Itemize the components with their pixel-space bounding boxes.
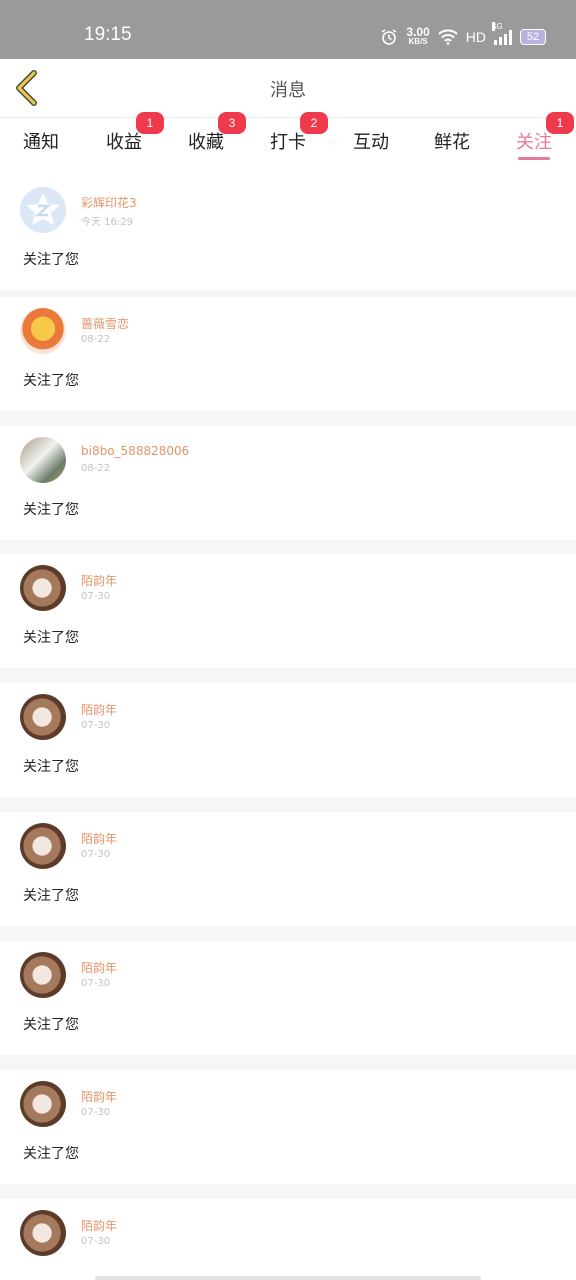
alarm-icon: [381, 29, 397, 45]
message-date: 07-30: [81, 1236, 111, 1247]
tab-badge: 2: [300, 112, 328, 134]
username[interactable]: 蔷薇雪恋: [81, 315, 129, 332]
tab-earnings[interactable]: 收益 1: [89, 112, 164, 168]
message-date: 07-30: [81, 720, 111, 731]
page-title: 消息: [270, 80, 306, 101]
tab-flowers[interactable]: 鲜花: [417, 126, 487, 168]
avatar[interactable]: [20, 1210, 66, 1256]
username[interactable]: 陌韵年: [81, 959, 117, 976]
message-date: 07-30: [81, 849, 111, 860]
avatar[interactable]: [20, 1081, 66, 1127]
message-text: 关注了您: [23, 502, 79, 518]
tab-notifications[interactable]: 通知: [6, 126, 76, 168]
status-bar: 19:15 3.00 KB/S HD 4G 52: [0, 0, 576, 59]
message-date: 07-30: [81, 1107, 111, 1118]
network-speed: 3.00 KB/S: [406, 25, 430, 46]
active-tab-indicator: [518, 157, 550, 160]
message-card[interactable]: 陌韵年 07-30 关注了您: [0, 941, 576, 1055]
tab-badge: 3: [218, 112, 246, 134]
message-date: 07-30: [81, 978, 111, 989]
username[interactable]: 陌韵年: [81, 572, 117, 589]
message-card[interactable]: 蔷薇雪恋 08-22 关注了您: [0, 297, 576, 411]
status-time: 19:15: [84, 24, 132, 45]
avatar[interactable]: [20, 187, 66, 233]
username[interactable]: bi8bo_588828006: [81, 444, 189, 458]
message-card[interactable]: 陌韵年 07-30 关注了您: [0, 554, 576, 668]
message-card[interactable]: 彩辉印花3 今天 16:29 关注了您: [0, 176, 576, 290]
avatar[interactable]: [20, 952, 66, 998]
tab-badge: 1: [546, 112, 574, 134]
tab-badge: 1: [136, 112, 164, 134]
message-text: 关注了您: [23, 630, 79, 646]
message-card[interactable]: 陌韵年 07-30 关注了您: [0, 683, 576, 797]
username[interactable]: 陌韵年: [81, 1088, 117, 1105]
message-text: 关注了您: [23, 252, 79, 268]
message-date: 今天 16:29: [81, 217, 133, 228]
avatar[interactable]: [20, 565, 66, 611]
message-date: 08-22: [81, 334, 111, 345]
avatar[interactable]: [20, 823, 66, 869]
message-date: 07-30: [81, 591, 111, 602]
status-icons: 3.00 KB/S HD 4G 52: [380, 22, 546, 50]
message-text: 关注了您: [23, 1146, 79, 1162]
signal-icon: 4G: [492, 22, 512, 45]
message-text: 关注了您: [23, 373, 79, 389]
message-text: 关注了您: [23, 1017, 79, 1033]
username[interactable]: 陌韵年: [81, 1217, 117, 1234]
tab-following[interactable]: 关注 1: [499, 112, 574, 168]
username[interactable]: 陌韵年: [81, 701, 117, 718]
tab-checkin[interactable]: 打卡 2: [253, 112, 328, 168]
avatar[interactable]: [20, 308, 66, 354]
message-text: 关注了您: [23, 759, 79, 775]
username[interactable]: 陌韵年: [81, 830, 117, 847]
tab-favorites[interactable]: 收藏 3: [171, 112, 246, 168]
default-avatar-icon: [26, 193, 60, 225]
username[interactable]: 彩辉印花3: [81, 194, 137, 211]
tab-interaction[interactable]: 互动: [336, 126, 406, 168]
message-text: 关注了您: [23, 888, 79, 904]
message-card[interactable]: 陌韵年 07-30 关注了您: [0, 812, 576, 926]
message-card[interactable]: 陌韵年 07-30 关注了您: [0, 1070, 576, 1184]
tab-bar: 通知 收益 1 收藏 3 打卡 2 互动 鲜花 关注 1: [0, 112, 576, 176]
app-header: 消息: [0, 59, 576, 118]
message-card[interactable]: bi8bo_588828006 08-22 关注了您: [0, 426, 576, 540]
battery-icon: 52: [520, 29, 546, 45]
avatar[interactable]: [20, 694, 66, 740]
message-date: 08-22: [81, 463, 111, 474]
wifi-icon: [438, 29, 458, 45]
gesture-bar[interactable]: [95, 1276, 481, 1280]
message-card[interactable]: 陌韵年 07-30: [0, 1199, 576, 1280]
avatar[interactable]: [20, 437, 66, 483]
hd-indicator: HD: [465, 29, 486, 45]
